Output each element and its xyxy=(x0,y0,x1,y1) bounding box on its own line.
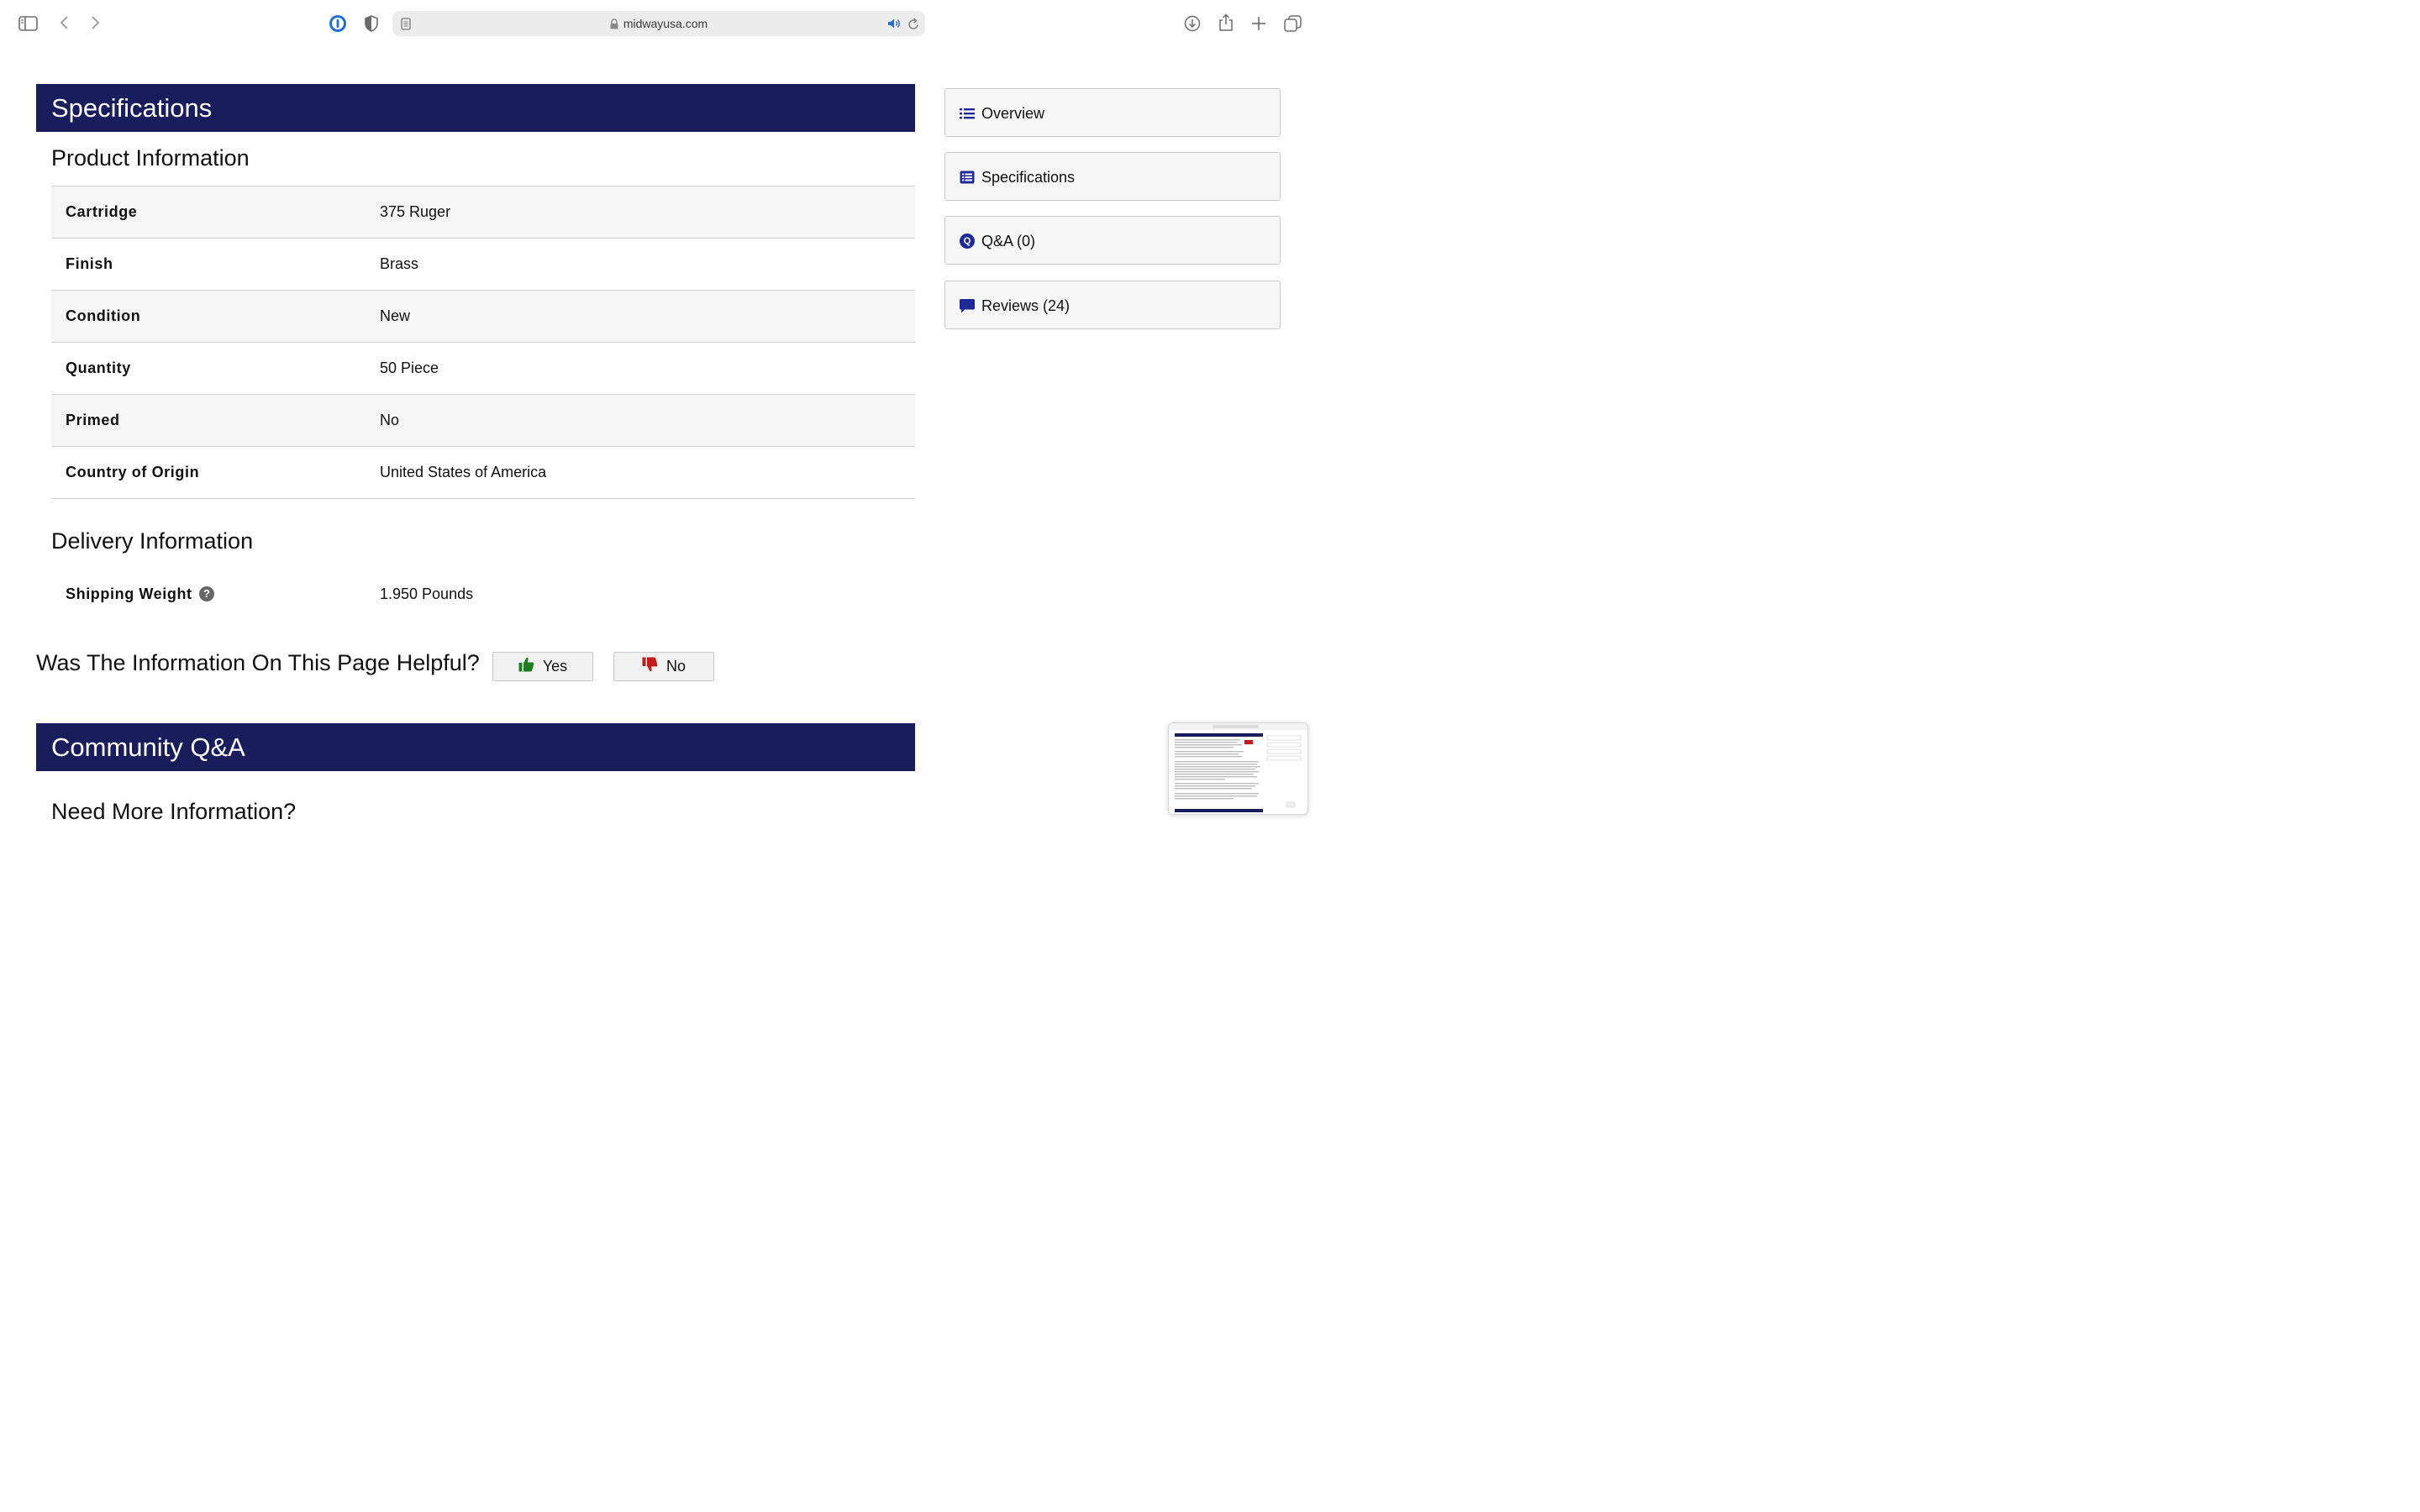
specifications-title: Specifications xyxy=(51,93,213,123)
lock-icon xyxy=(610,13,618,38)
forward-icon[interactable] xyxy=(87,13,104,32)
spec-value: 50 Piece xyxy=(380,360,439,376)
helpful-question: Was The Information On This Page Helpful… xyxy=(36,650,480,675)
side-nav-label: Reviews (24) xyxy=(981,297,1071,314)
spec-value: Brass xyxy=(380,255,419,272)
spec-value: 375 Ruger xyxy=(380,203,451,220)
new-tab-icon[interactable] xyxy=(1249,14,1268,33)
table-row: Finish Brass xyxy=(51,239,915,291)
address-bar[interactable]: midwayusa.com xyxy=(392,11,925,36)
back-icon[interactable] xyxy=(55,13,72,32)
table-list-icon xyxy=(960,170,975,185)
spec-label: Condition xyxy=(66,307,141,324)
speaker-icon[interactable] xyxy=(886,17,902,30)
table-row: Quantity 50 Piece xyxy=(51,343,915,395)
address-text: midwayusa.com xyxy=(392,11,925,36)
sidebar-toggle-icon[interactable] xyxy=(18,14,38,33)
side-nav-label: Q&A (0) xyxy=(981,233,1036,249)
share-icon[interactable] xyxy=(1217,12,1235,34)
list-icon xyxy=(960,106,975,121)
comment-icon xyxy=(960,298,975,313)
no-button[interactable]: No xyxy=(613,652,714,681)
reload-icon[interactable] xyxy=(907,17,920,30)
no-label: No xyxy=(666,658,686,675)
shipping-weight-row: Shipping Weight ? 1.950 Pounds xyxy=(51,575,915,613)
table-row: Country of Origin United States of Ameri… xyxy=(51,447,915,499)
url-text: midwayusa.com xyxy=(623,17,708,30)
need-more-info-heading: Need More Information? xyxy=(51,799,297,824)
q-circle-icon: Q xyxy=(960,234,975,249)
side-nav-specifications[interactable]: Specifications xyxy=(944,152,1281,201)
product-information-heading: Product Information xyxy=(51,145,250,171)
privacy-shield-icon[interactable] xyxy=(362,13,381,34)
spec-table: Cartridge 375 Ruger Finish Brass Conditi… xyxy=(51,186,915,499)
table-row: Cartridge 375 Ruger xyxy=(51,186,915,239)
spec-value: New xyxy=(380,307,411,324)
spec-value: United States of America xyxy=(380,464,547,480)
password-manager-icon[interactable] xyxy=(328,13,348,34)
specifications-header: Specifications xyxy=(36,84,915,132)
side-nav-label: Overview xyxy=(981,105,1045,122)
community-qa-header: Community Q&A xyxy=(36,723,915,771)
yes-button[interactable]: Yes xyxy=(492,652,593,681)
table-row: Condition New xyxy=(51,291,915,343)
side-nav-label: Specifications xyxy=(981,169,1076,186)
spec-value: No xyxy=(380,412,400,428)
table-row: Primed No xyxy=(51,395,915,447)
spec-label: Primed xyxy=(66,412,120,428)
screenshot-thumbnail[interactable] xyxy=(1168,722,1308,815)
spec-label: Cartridge xyxy=(66,203,138,220)
delivery-information-heading: Delivery Information xyxy=(51,528,254,554)
yes-label: Yes xyxy=(542,658,568,675)
browser-toolbar: midwayusa.com xyxy=(0,0,1318,47)
help-icon[interactable]: ? xyxy=(199,586,214,601)
downloads-icon[interactable] xyxy=(1183,14,1202,33)
community-qa-title: Community Q&A xyxy=(51,732,245,762)
tab-overview-icon[interactable] xyxy=(1282,13,1302,34)
side-nav-reviews[interactable]: Reviews (24) xyxy=(944,281,1281,329)
side-nav-qa[interactable]: Q Q&A (0) xyxy=(944,216,1281,265)
thumbs-down-icon xyxy=(642,657,658,676)
shipping-weight-value: 1.950 Pounds xyxy=(380,585,474,602)
thumbs-up-icon xyxy=(518,657,534,676)
shipping-weight-label: Shipping Weight xyxy=(66,585,192,602)
spec-label: Finish xyxy=(66,255,113,272)
thumbnail-preview-image xyxy=(1169,723,1307,812)
spec-label: Quantity xyxy=(66,360,131,376)
spec-label: Country of Origin xyxy=(66,464,200,480)
side-nav-overview[interactable]: Overview xyxy=(944,88,1281,137)
